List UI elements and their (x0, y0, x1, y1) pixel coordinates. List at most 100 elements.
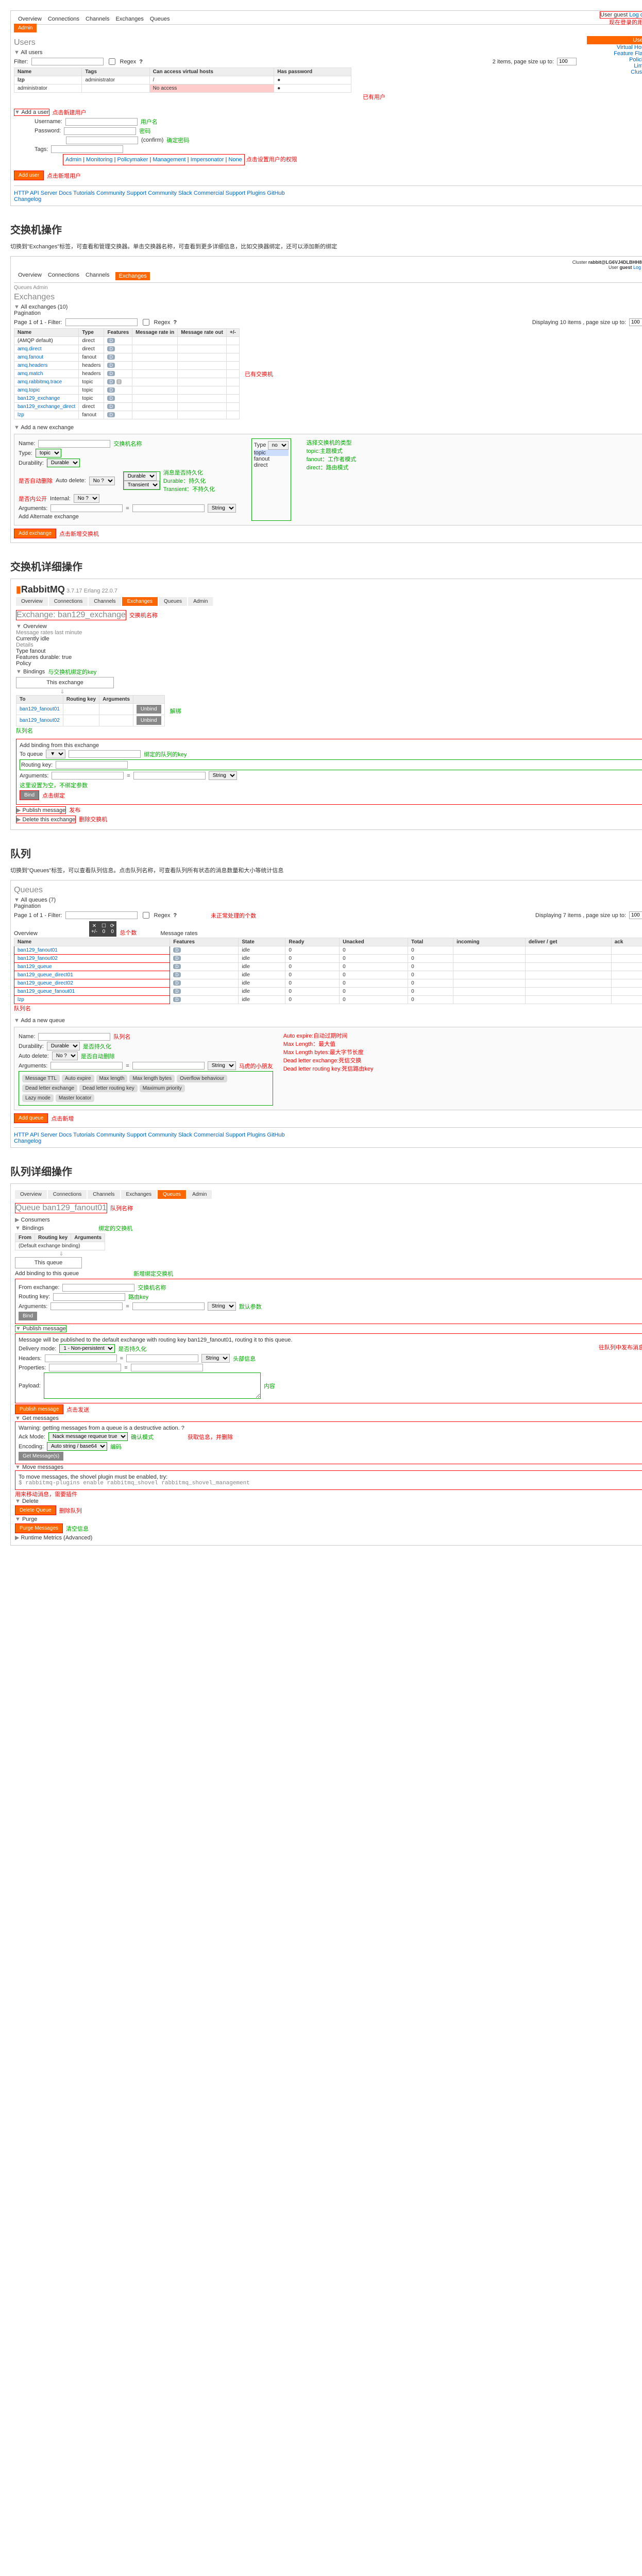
ex-type-select[interactable]: topic (36, 449, 61, 457)
tag-admin[interactable]: Admin (65, 157, 81, 163)
arrow-down-icon-2: ⇓ (15, 1250, 108, 1257)
tab-exchanges[interactable]: Exchanges (122, 597, 158, 606)
nav-connections[interactable]: Connections (48, 16, 79, 22)
add-q-toggle[interactable]: Add a new queue (14, 1018, 642, 1024)
consumers-toggle[interactable]: Consumers (15, 1216, 642, 1223)
q-dur[interactable]: Durable (47, 1042, 80, 1050)
side-users[interactable]: Users (587, 36, 642, 44)
tag-policymaker[interactable]: Policymaker (117, 157, 148, 163)
q-args-v[interactable] (132, 1062, 205, 1070)
sec-exd-title: 交换机详细操作 (10, 558, 642, 573)
ack-select[interactable]: Nack message requeue true (48, 1432, 128, 1441)
tag-management[interactable]: Management (153, 157, 185, 163)
bind-args-k[interactable] (52, 772, 124, 779)
nav-channels[interactable]: Channels (86, 16, 109, 22)
ex-hdr: Exchanges (14, 293, 642, 302)
bind-args-v[interactable] (133, 772, 206, 779)
page-info: 2 items, page size up to: (493, 59, 554, 65)
q-opts-note: Auto expire:自动过期时间 Max Length：最大值 Max Le… (283, 1031, 374, 1106)
unbind-1[interactable]: Unbind (137, 705, 161, 714)
pagesize-input[interactable] (557, 58, 577, 65)
qd-bind-btn[interactable]: Bind (19, 1312, 37, 1320)
logout2[interactable]: Log out (633, 265, 642, 270)
purge-btn[interactable]: Purge Messages (15, 1523, 63, 1533)
regex-check[interactable] (109, 58, 115, 65)
add-ex-toggle[interactable]: Add a new exchange (14, 425, 642, 431)
q-regex[interactable] (143, 912, 149, 919)
get-btn[interactable]: Get Message(s) (19, 1452, 63, 1461)
filter-label: Filter: (14, 59, 28, 65)
add-q-btn[interactable]: Add queue (14, 1113, 48, 1123)
ex-args-v[interactable] (132, 504, 205, 512)
haspwd-note: 已有用户 (363, 94, 385, 100)
bind-btn[interactable]: Bind (20, 790, 39, 800)
username-input[interactable] (65, 118, 138, 126)
q-autodel[interactable]: No ? (52, 1052, 78, 1060)
ex-internal[interactable]: No ? (74, 494, 99, 503)
enc-select[interactable]: Auto string / base64 (47, 1442, 107, 1451)
move-toggle[interactable]: Move messages (15, 1464, 642, 1470)
nav-queues[interactable]: Queues (150, 16, 170, 22)
tag-monitoring[interactable]: Monitoring (86, 157, 112, 163)
qd-bindings[interactable]: Bindings (15, 1225, 44, 1231)
all-ex-toggle[interactable]: All exchanges (10) (14, 304, 642, 310)
rmq-logo: ▮RabbitMQ (16, 584, 65, 595)
qd-publish-toggle[interactable]: Publish message (15, 1325, 66, 1332)
tags-input[interactable] (51, 145, 123, 153)
publish-toggle[interactable]: Publish message (16, 806, 66, 814)
ex-name-input[interactable] (38, 440, 110, 448)
all-q-toggle[interactable]: All queues (7) (14, 897, 642, 903)
side-vhosts[interactable]: Virtual Hosts (587, 44, 642, 50)
exd-tabs: Overview Connections Channels Exchanges … (16, 597, 642, 606)
q-filter[interactable] (65, 911, 138, 919)
delete-ex-toggle[interactable]: Delete this exchange (16, 816, 76, 823)
nav-admin[interactable]: Admin (14, 24, 37, 32)
ex-autodel[interactable]: No ? (89, 477, 115, 485)
dmode-select[interactable]: 1 - Non-persistent (59, 1344, 115, 1353)
nav-overview[interactable]: Overview (18, 16, 42, 22)
payload-input[interactable] (44, 1372, 261, 1399)
side-policies[interactable]: Policies (587, 57, 642, 63)
q-ps[interactable] (629, 911, 642, 919)
get-toggle[interactable]: Get messages (15, 1415, 642, 1421)
unbind-2[interactable]: Unbind (137, 716, 161, 725)
q-name-input[interactable] (38, 1033, 110, 1041)
del-toggle[interactable]: Delete (15, 1498, 642, 1504)
fromex-input[interactable] (62, 1284, 134, 1292)
password-confirm-input[interactable] (66, 137, 138, 144)
tab-queues[interactable]: Queues (158, 1190, 186, 1199)
tag-none[interactable]: None (228, 157, 242, 163)
q-args-k[interactable] (50, 1062, 123, 1070)
bind-rk[interactable] (56, 761, 128, 769)
add-user-toggle[interactable]: Add a user (14, 109, 49, 116)
logout-link[interactable]: Log out (629, 12, 642, 18)
qd-rk-input[interactable] (53, 1293, 125, 1301)
bind-to-input[interactable] (69, 750, 141, 758)
purge-toggle[interactable]: Purge (15, 1516, 642, 1522)
metrics-toggle[interactable]: Runtime Metrics (Advanced) (15, 1534, 642, 1541)
ex-regex[interactable] (143, 319, 149, 326)
queue-note: 队列名 (16, 728, 33, 734)
ex-dur-select[interactable]: Durable (47, 459, 80, 467)
ex-crumb: Queues Admin (14, 285, 642, 291)
ex-pagesize[interactable] (629, 318, 642, 326)
delete-queue-btn[interactable]: Delete Queue (15, 1505, 56, 1515)
side-flags[interactable]: Feature Flags (587, 50, 642, 57)
ex-pagination: Pagination (14, 310, 642, 316)
side-cluster[interactable]: Cluster (587, 69, 642, 75)
add-ex-btn[interactable]: Add exchange (14, 529, 56, 538)
publish-btn[interactable]: Publish message (15, 1404, 63, 1414)
exd-overview[interactable]: Overview (16, 623, 642, 630)
password-input[interactable] (64, 127, 136, 135)
all-users-toggle[interactable]: All users (14, 49, 577, 56)
tag-impersonator[interactable]: Impersonator (191, 157, 224, 163)
exd-bindings[interactable]: Bindings (16, 669, 45, 675)
ex-filter[interactable] (65, 318, 138, 326)
filter-input[interactable] (31, 58, 104, 65)
user-note: 现在登录的用户 (600, 18, 642, 26)
side-limits[interactable]: Limits (587, 63, 642, 69)
nav-exchanges-active[interactable]: Exchanges (115, 272, 149, 280)
add-user-button[interactable]: Add user (14, 171, 44, 180)
ex-args-k[interactable] (50, 504, 123, 512)
nav-exchanges[interactable]: Exchanges (115, 16, 143, 22)
